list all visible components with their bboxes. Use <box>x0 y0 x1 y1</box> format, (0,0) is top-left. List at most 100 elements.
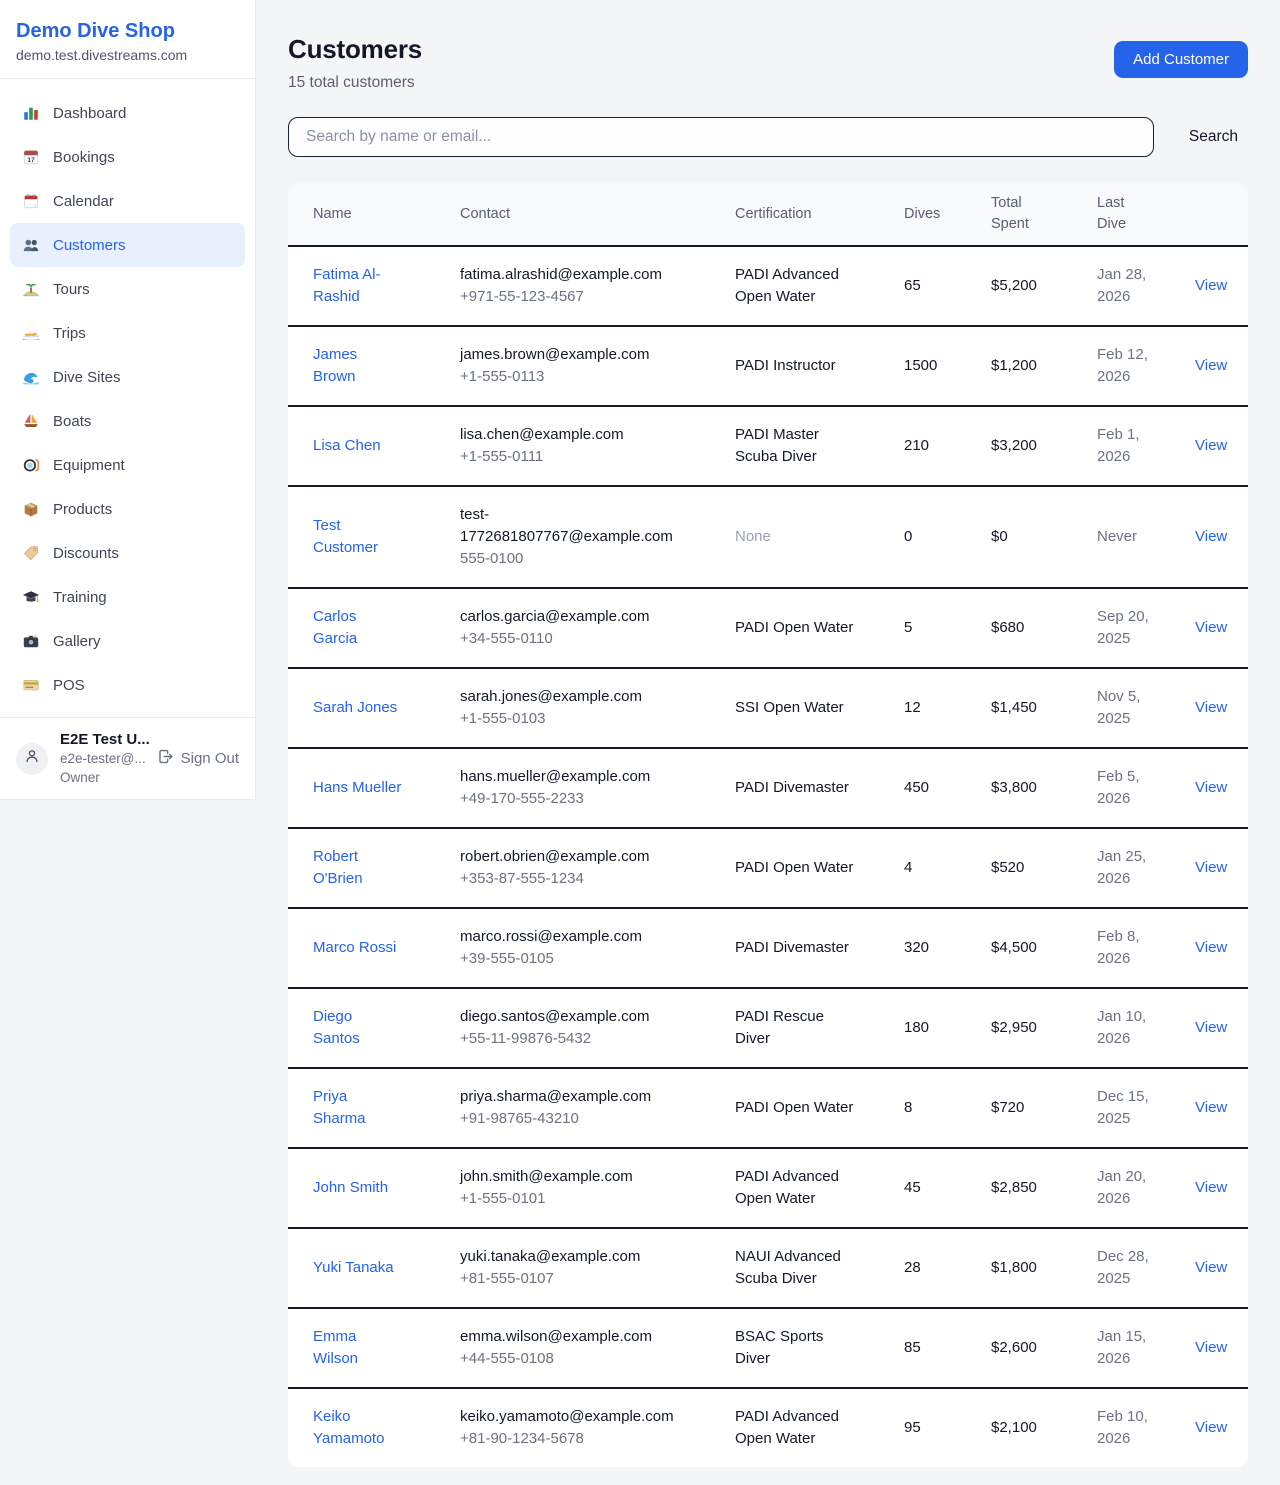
customer-count: 15 total customers <box>288 74 422 92</box>
view-customer-link[interactable]: View <box>1195 619 1227 636</box>
brand-title: Demo Dive Shop <box>16 18 239 44</box>
table-row: Hans Muellerhans.mueller@example.com+49-… <box>288 748 1248 828</box>
view-customer-link[interactable]: View <box>1195 277 1227 294</box>
customer-name-link[interactable]: Emma Wilson <box>313 1328 358 1367</box>
sidebar-item-trips[interactable]: Trips <box>10 311 245 355</box>
customer-phone: +44-555-0108 <box>460 1348 680 1370</box>
sidebar-item-dashboard[interactable]: Dashboard <box>10 91 245 135</box>
customer-name-link[interactable]: James Brown <box>313 346 357 385</box>
sidebar-item-label: Calendar <box>53 193 114 210</box>
column-header-last-dive: Last Dive <box>1097 183 1195 246</box>
table-row: Lisa Chen lisa.chen@example.com+1-555-011… <box>288 406 1248 486</box>
customer-last-dive: Jan 10, 2026 <box>1097 988 1195 1068</box>
sidebar-item-pos[interactable]: POS <box>10 663 245 707</box>
customer-name-link[interactable]: Fatima Al-Rashid <box>313 266 381 305</box>
view-customer-link[interactable]: View <box>1195 1259 1227 1276</box>
customer-dives: 210 <box>904 406 991 486</box>
sidebar-item-boats[interactable]: Boats <box>10 399 245 443</box>
customer-email: robert.obrien@example.com <box>460 846 680 868</box>
customer-dives: 180 <box>904 988 991 1068</box>
table-row: Marco Rossimarco.rossi@example.com+39-55… <box>288 908 1248 988</box>
user-icon <box>23 747 41 770</box>
view-customer-link[interactable]: View <box>1195 859 1227 876</box>
customer-certification: BSAC Sports Diver <box>735 1308 904 1388</box>
table-row: Test Customertest-1772681807767@example.… <box>288 486 1248 588</box>
sidebar-item-tours[interactable]: Tours <box>10 267 245 311</box>
customer-last-dive: Nov 5, 2025 <box>1097 668 1195 748</box>
avatar <box>16 743 48 775</box>
view-customer-link[interactable]: View <box>1195 1419 1227 1436</box>
view-customer-link[interactable]: View <box>1195 1019 1227 1036</box>
sidebar-item-dive-sites[interactable]: Dive Sites <box>10 355 245 399</box>
sidebar-item-equipment[interactable]: Equipment <box>10 443 245 487</box>
customer-last-dive: Dec 28, 2025 <box>1097 1228 1195 1308</box>
people-icon <box>22 236 40 254</box>
customer-phone: +353-87-555-1234 <box>460 868 680 890</box>
sailboat-icon <box>22 412 40 430</box>
customer-name-link[interactable]: Carlos Garcia <box>313 608 357 647</box>
user-role: Owner <box>60 768 145 787</box>
customer-email: lisa.chen@example.com <box>460 424 680 446</box>
sidebar-item-label: Discounts <box>53 545 119 562</box>
customer-email: yuki.tanaka@example.com <box>460 1246 680 1268</box>
sidebar: Demo Dive Shop demo.test.divestreams.com… <box>0 0 256 800</box>
view-customer-link[interactable]: View <box>1195 1099 1227 1116</box>
sidebar-item-calendar[interactable]: Calendar <box>10 179 245 223</box>
user-email: e2e-tester@... <box>60 749 145 768</box>
customer-name-link[interactable]: Test Customer <box>313 517 378 556</box>
view-customer-link[interactable]: View <box>1195 779 1227 796</box>
view-customer-link[interactable]: View <box>1195 437 1227 454</box>
customer-name-link[interactable]: Yuki Tanaka <box>313 1259 394 1276</box>
customer-last-dive: Feb 8, 2026 <box>1097 908 1195 988</box>
sidebar-item-products[interactable]: Products <box>10 487 245 531</box>
search-input[interactable] <box>288 117 1154 157</box>
search-button[interactable]: Search <box>1179 120 1248 154</box>
island-icon <box>22 280 40 298</box>
customer-name-link[interactable]: Priya Sharma <box>313 1088 366 1127</box>
tag-icon <box>22 544 40 562</box>
sidebar-item-customers[interactable]: Customers <box>10 223 245 267</box>
customer-name-link[interactable]: Diego Santos <box>313 1008 360 1047</box>
view-customer-link[interactable]: View <box>1195 1179 1227 1196</box>
sidebar-item-label: Tours <box>53 281 90 298</box>
view-customer-link[interactable]: View <box>1195 1339 1227 1356</box>
customer-name-link[interactable]: Lisa Chen <box>313 437 381 454</box>
view-customer-link[interactable]: View <box>1195 939 1227 956</box>
brand-domain: demo.test.divestreams.com <box>16 47 239 63</box>
sign-out-button[interactable]: Sign Out <box>157 748 239 769</box>
view-customer-link[interactable]: View <box>1195 357 1227 374</box>
add-customer-button[interactable]: Add Customer <box>1114 41 1248 78</box>
customer-certification: PADI Divemaster <box>735 908 904 988</box>
sidebar-item-discounts[interactable]: Discounts <box>10 531 245 575</box>
sidebar-item-bookings[interactable]: 17Bookings <box>10 135 245 179</box>
sidebar-item-gallery[interactable]: Gallery <box>10 619 245 663</box>
customer-last-dive: Jan 25, 2026 <box>1097 828 1195 908</box>
customer-name-link[interactable]: Robert O'Brien <box>313 848 363 887</box>
customer-certification: PADI Open Water <box>735 828 904 908</box>
customer-phone: +81-555-0107 <box>460 1268 680 1290</box>
customer-certification: PADI Master Scuba Diver <box>735 406 904 486</box>
customer-email: sarah.jones@example.com <box>460 686 680 708</box>
customer-total-spent: $1,450 <box>991 668 1097 748</box>
table-row: Carlos Garciacarlos.garcia@example.com+3… <box>288 588 1248 668</box>
view-customer-link[interactable]: View <box>1195 699 1227 716</box>
customer-name-link[interactable]: Marco Rossi <box>313 939 396 956</box>
table-row: James Brownjames.brown@example.com+1-555… <box>288 326 1248 406</box>
sidebar-item-label: Trips <box>53 325 86 342</box>
customer-certification: PADI Divemaster <box>735 748 904 828</box>
customer-phone: +1-555-0111 <box>460 446 680 468</box>
customer-name-link[interactable]: Keiko Yamamoto <box>313 1408 384 1447</box>
sidebar-item-label: Boats <box>53 413 91 430</box>
customer-name-link[interactable]: Hans Mueller <box>313 779 401 796</box>
sidebar-item-label: Dashboard <box>53 105 126 122</box>
customer-name-link[interactable]: John Smith <box>313 1179 388 1196</box>
customer-phone: 555-0100 <box>460 548 680 570</box>
sidebar-item-training[interactable]: Training <box>10 575 245 619</box>
sidebar-item-label: Gallery <box>53 633 101 650</box>
customer-dives: 5 <box>904 588 991 668</box>
view-customer-link[interactable]: View <box>1195 528 1227 545</box>
svg-text:17: 17 <box>27 157 35 164</box>
customer-last-dive: Sep 20, 2025 <box>1097 588 1195 668</box>
customer-name-link[interactable]: Sarah Jones <box>313 699 397 716</box>
customer-email: marco.rossi@example.com <box>460 926 680 948</box>
